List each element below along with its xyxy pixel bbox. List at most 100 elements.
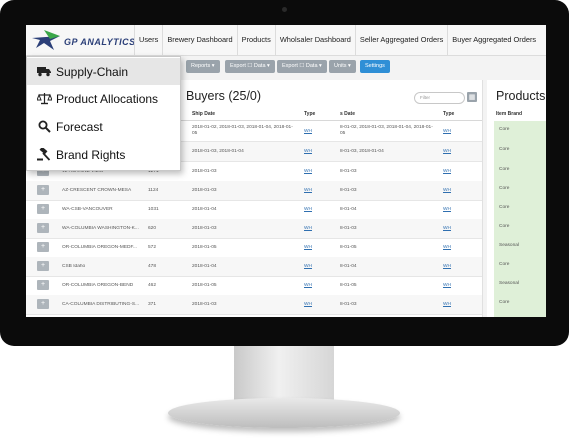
modules-dropdown-menu: Supply-Chain Product Allocations Forecas… (26, 56, 181, 171)
settings-button[interactable]: Settings (360, 60, 390, 73)
date2-cell: 8-01-05 (340, 283, 357, 288)
type2-cell[interactable]: WH (443, 264, 451, 269)
expand-row-button[interactable]: + (37, 223, 49, 233)
menu-item-forecast[interactable]: Forecast (27, 113, 180, 140)
item-brand-cell: Core (499, 127, 510, 132)
export-data-button-2[interactable]: Export ☐ Data ▾ (277, 60, 327, 73)
search-icon (36, 120, 52, 134)
type-cell[interactable]: WH (304, 207, 312, 212)
nav-brewery-dashboard[interactable]: Brewery Dashboard (162, 25, 236, 55)
expand-row-button[interactable]: + (37, 185, 49, 195)
reports-button[interactable]: Reports ▾ (186, 60, 220, 73)
table-row[interactable]: + OR-COLUMBIA OREGON-BEND 462 2018-01-05… (26, 276, 482, 296)
menu-item-supply-chain[interactable]: Supply-Chain (27, 58, 180, 85)
type-cell[interactable]: WH (304, 129, 312, 134)
menu-item-brand-rights[interactable]: Brand Rights (27, 141, 180, 168)
type2-cell[interactable]: WH (443, 226, 451, 231)
table-row[interactable]: + WA-COLUMBIA WASHINGTON-K... 620 2018-0… (26, 219, 482, 239)
type2-cell[interactable]: WH (443, 169, 451, 174)
units-button[interactable]: Units ▾ (329, 60, 356, 73)
item-brand-cell: Core (499, 300, 510, 305)
nav-products[interactable]: Products (236, 25, 275, 55)
item-brand-cell: Core (499, 147, 510, 152)
type2-cell[interactable]: WH (443, 207, 451, 212)
type-cell[interactable]: WH (304, 188, 312, 193)
buyer-name-cell[interactable]: CSB Idaho (62, 264, 146, 269)
buyers-title: Buyers (25/0) (186, 89, 262, 103)
table-row[interactable]: + WA-CSB-VANCOUVER 1031 2018-01-04 WH 8-… (26, 200, 482, 220)
menu-item-label: Supply-Chain (56, 64, 129, 79)
ship-date-cell: 2018-01-05 (192, 283, 217, 288)
buyer-name-cell[interactable]: OR-COLUMBIA OREGON-MEDF... (62, 245, 146, 250)
buyer-name-cell[interactable]: CA-COLUMBIA DISTRIBUTING-S... (62, 302, 146, 307)
filter-input[interactable]: Filter (414, 92, 465, 104)
col-type[interactable]: Type (304, 111, 315, 117)
type2-cell[interactable]: WH (443, 245, 451, 250)
quantity-cell: 1031 (148, 207, 159, 212)
quantity-cell: 478 (148, 264, 157, 269)
table-row[interactable]: + AZ-CRESCENT CROWN-MESA 1124 2018-01-03… (26, 181, 482, 201)
date2-cell: 8-01-05 (340, 245, 357, 250)
table-row[interactable]: + OR-COLUMBIA OREGON-MEDF... 572 2018-01… (26, 238, 482, 258)
nav-buyer-aggregated-orders[interactable]: Buyer Aggregated Orders (447, 25, 540, 55)
type2-cell[interactable]: WH (443, 129, 451, 134)
main-nav: Users Brewery Dashboard Products Wholsal… (134, 25, 540, 55)
logo-star-icon (32, 30, 60, 50)
products-title: Products (496, 89, 546, 103)
nav-seller-aggregated-orders[interactable]: Seller Aggregated Orders (354, 25, 447, 55)
ship-date-cell: 2018-01-03 (192, 169, 217, 174)
ship-date-cell: 2018-01-03 (192, 302, 217, 307)
item-brand-cell: Core (499, 262, 510, 267)
date2-cell: 8-01-03 (340, 302, 357, 307)
ship-date-cell: 2018-01-03 (192, 226, 217, 231)
type-cell[interactable]: WH (304, 245, 312, 250)
type-cell[interactable]: WH (304, 264, 312, 269)
type-cell[interactable]: WH (304, 226, 312, 231)
gavel-icon (36, 148, 52, 162)
date2-cell: 8-01-04 (340, 264, 357, 269)
col-item-brand[interactable]: Item Brand (496, 111, 522, 117)
type2-cell[interactable]: WH (443, 188, 451, 193)
type-cell[interactable]: WH (304, 283, 312, 288)
col-date-2[interactable]: s Date (340, 111, 355, 117)
grid-icon: ▦ (468, 94, 476, 101)
buyer-name-cell[interactable]: AZ-CRESCENT CROWN-MESA (62, 188, 146, 193)
menu-item-label: Brand Rights (56, 147, 126, 162)
date2-cell: 8-01-03 (340, 226, 357, 231)
nav-users[interactable]: Users (134, 25, 162, 55)
col-ship-date[interactable]: Ship Date (192, 111, 215, 117)
expand-row-button[interactable]: + (37, 299, 49, 309)
logo-text: GP ANALYTICS (64, 37, 136, 47)
col-type-2[interactable]: Type (443, 111, 454, 117)
scale-icon (36, 92, 52, 106)
products-panel: Products Item Brand Core Core Core Core … (487, 80, 546, 317)
quantity-cell: 572 (148, 245, 157, 250)
buyer-name-cell[interactable]: WA-COLUMBIA WASHINGTON-K... (62, 226, 146, 231)
date2-cell: 8-01-02, 2018-01-03, 2018-01-04, 2018-01… (340, 125, 433, 136)
quantity-cell: 620 (148, 226, 157, 231)
expand-row-button[interactable]: + (37, 242, 49, 252)
truck-icon (36, 65, 52, 79)
type-cell[interactable]: WH (304, 302, 312, 307)
date2-cell: 8-01-03 (340, 169, 357, 174)
expand-row-button[interactable]: + (37, 280, 49, 290)
buyer-name-cell[interactable]: OR-COLUMBIA OREGON-BEND (62, 283, 146, 288)
app-screen: GP ANALYTICS Users Brewery Dashboard Pro… (26, 25, 546, 317)
brand-logo[interactable]: GP ANALYTICS (30, 28, 135, 52)
nav-wholsaler-dashboard[interactable]: Wholsaler Dashboard (274, 25, 355, 55)
type2-cell[interactable]: WH (443, 283, 451, 288)
type-cell[interactable]: WH (304, 149, 312, 154)
buyer-name-cell[interactable]: WA-CSB-VANCOUVER (62, 207, 146, 212)
type-cell[interactable]: WH (304, 169, 312, 174)
item-brand-column: Core Core Core Core Core Core Seasonal C… (494, 121, 546, 317)
expand-row-button[interactable]: + (37, 261, 49, 271)
export-data-button[interactable]: Export ☐ Data ▾ (225, 60, 275, 73)
menu-item-product-allocations[interactable]: Product Allocations (27, 85, 180, 112)
table-row[interactable]: + CSB Idaho 478 2018-01-04 WH 8-01-04 WH (26, 257, 482, 277)
grid-view-button[interactable]: ▦ (467, 92, 477, 102)
type2-cell[interactable]: WH (443, 149, 451, 154)
item-brand-cell: Seasonal (499, 281, 520, 286)
type2-cell[interactable]: WH (443, 302, 451, 307)
expand-row-button[interactable]: + (37, 204, 49, 214)
table-row[interactable]: + CA-COLUMBIA DISTRIBUTING-S... 371 2018… (26, 295, 482, 315)
